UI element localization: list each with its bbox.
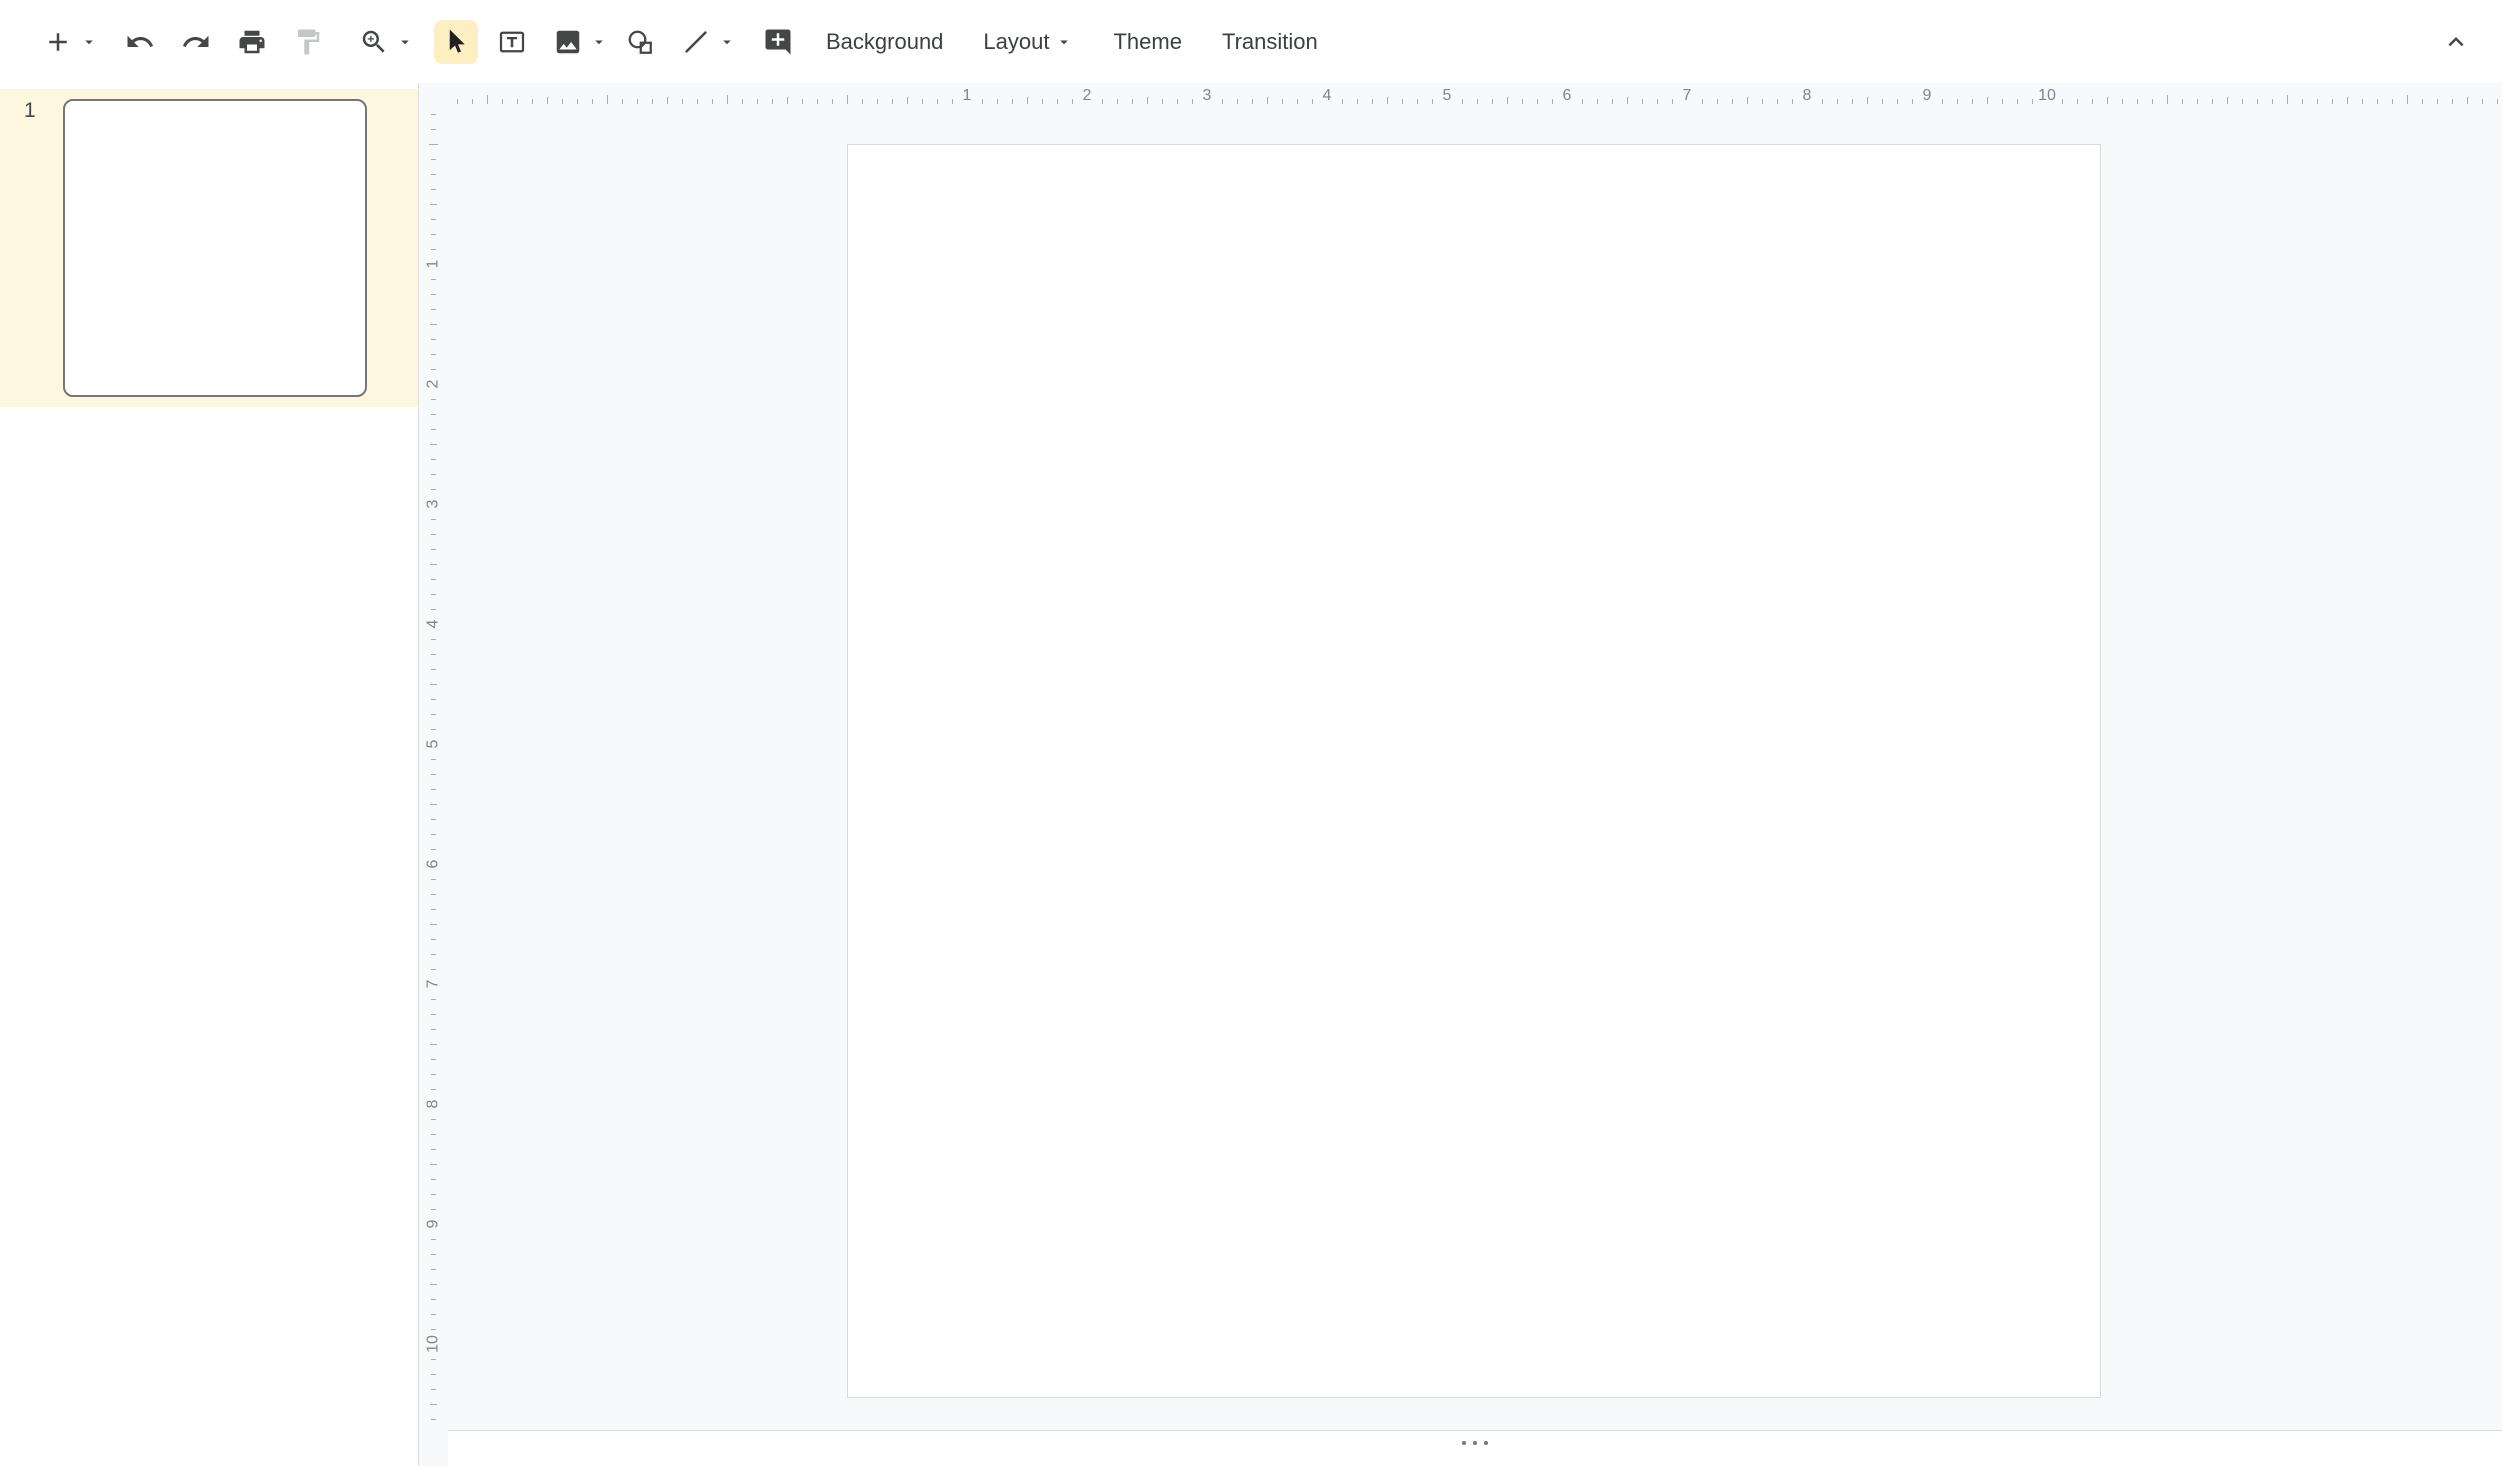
cursor-arrow-icon xyxy=(441,27,471,57)
ruler-number: 7 xyxy=(425,970,443,999)
theme-button-label: Theme xyxy=(1113,29,1181,55)
transition-button[interactable]: Transition xyxy=(1204,20,1336,64)
ruler-number: 8 xyxy=(1803,83,1812,109)
paint-roller-icon xyxy=(293,27,323,57)
print-icon xyxy=(237,27,267,57)
insert-image-dropdown[interactable] xyxy=(588,20,610,64)
slide-thumbnail-item[interactable]: 1 xyxy=(0,89,418,407)
presentation-editor: Background Layout Theme Transition 1 1 2 3… xyxy=(0,0,2502,1466)
insert-line-button[interactable] xyxy=(674,20,718,64)
ruler-number: 4 xyxy=(1323,83,1332,109)
drag-dot xyxy=(1473,1441,1477,1445)
chevron-down-icon xyxy=(1055,33,1073,51)
canvas-area[interactable] xyxy=(448,109,2502,1430)
ruler-number: 2 xyxy=(425,370,443,399)
main-toolbar: Background Layout Theme Transition xyxy=(0,0,2502,83)
magnifier-plus-icon xyxy=(359,27,389,57)
ruler-number: 6 xyxy=(1563,83,1572,109)
transition-button-label: Transition xyxy=(1222,29,1318,55)
vertical-ruler[interactable]: 1 2 3 4 5 6 7 8 9 10 xyxy=(419,109,448,1430)
insert-line-dropdown[interactable] xyxy=(716,20,738,64)
ruler-number: 1 xyxy=(963,83,972,109)
horizontal-ruler[interactable]: 1 2 3 4 5 6 7 8 9 10 xyxy=(448,83,2502,109)
undo-button[interactable] xyxy=(118,20,162,64)
ruler-number: 10 xyxy=(425,1330,443,1359)
theme-button[interactable]: Theme xyxy=(1095,20,1199,64)
editor-column: 1 2 3 4 5 6 7 8 9 10 1 2 3 4 5 6 7 8 9 10 xyxy=(419,83,2502,1466)
new-slide-button[interactable] xyxy=(36,20,80,64)
chevron-down-icon xyxy=(396,33,414,51)
undo-icon xyxy=(125,27,155,57)
new-slide-dropdown[interactable] xyxy=(78,20,100,64)
shapes-icon xyxy=(625,27,655,57)
text-box-icon xyxy=(497,27,527,57)
redo-button[interactable] xyxy=(174,20,218,64)
text-box-button[interactable] xyxy=(490,20,534,64)
image-icon xyxy=(553,27,583,57)
notes-resize-handle[interactable] xyxy=(448,1430,2502,1466)
insert-image-button[interactable] xyxy=(546,20,590,64)
ruler-number: 7 xyxy=(1683,83,1692,109)
insert-comment-button[interactable] xyxy=(756,20,800,64)
ruler-number: 1 xyxy=(425,250,443,279)
slide-number: 1 xyxy=(24,99,36,123)
ruler-number: 4 xyxy=(425,610,443,639)
comment-plus-icon xyxy=(763,27,793,57)
chevron-up-icon xyxy=(2441,27,2471,57)
redo-icon xyxy=(181,27,211,57)
canvas-row: 1 2 3 4 5 6 7 8 9 10 xyxy=(419,109,2502,1430)
slide-canvas[interactable] xyxy=(847,144,2101,1398)
ruler-number: 5 xyxy=(425,730,443,759)
insert-shape-button[interactable] xyxy=(618,20,662,64)
slide-thumbnail[interactable] xyxy=(63,99,367,397)
ruler-number: 8 xyxy=(425,1090,443,1119)
zoom-dropdown[interactable] xyxy=(394,20,416,64)
line-icon xyxy=(681,27,711,57)
hide-menus-button[interactable] xyxy=(2434,20,2478,64)
ruler-number: 5 xyxy=(1443,83,1452,109)
paint-format-button[interactable] xyxy=(286,20,330,64)
layout-button-label: Layout xyxy=(983,29,1049,55)
slide-filmstrip: 1 xyxy=(0,83,419,1466)
print-button[interactable] xyxy=(230,20,274,64)
drag-dots-icon xyxy=(1462,1441,1488,1445)
ruler-number: 2 xyxy=(1083,83,1092,109)
ruler-number: 3 xyxy=(425,490,443,519)
background-button[interactable]: Background xyxy=(808,20,961,64)
ruler-number: 10 xyxy=(2038,83,2056,109)
zoom-button[interactable] xyxy=(352,20,396,64)
chevron-down-icon xyxy=(590,33,608,51)
main-area: 1 1 2 3 4 5 6 7 8 9 10 1 2 3 4 5 6 7 8 9 10 xyxy=(0,83,2502,1466)
ruler-number: 9 xyxy=(425,1210,443,1239)
ruler-number: 6 xyxy=(425,850,443,879)
plus-icon xyxy=(43,27,73,57)
chevron-down-icon xyxy=(80,33,98,51)
select-tool-button[interactable] xyxy=(434,20,478,64)
chevron-down-icon xyxy=(718,33,736,51)
background-button-label: Background xyxy=(826,29,943,55)
layout-button[interactable]: Layout xyxy=(965,20,1091,64)
ruler-number: 3 xyxy=(1203,83,1212,109)
ruler-number: 9 xyxy=(1923,83,1932,109)
drag-dot xyxy=(1462,1441,1466,1445)
drag-dot xyxy=(1484,1441,1488,1445)
